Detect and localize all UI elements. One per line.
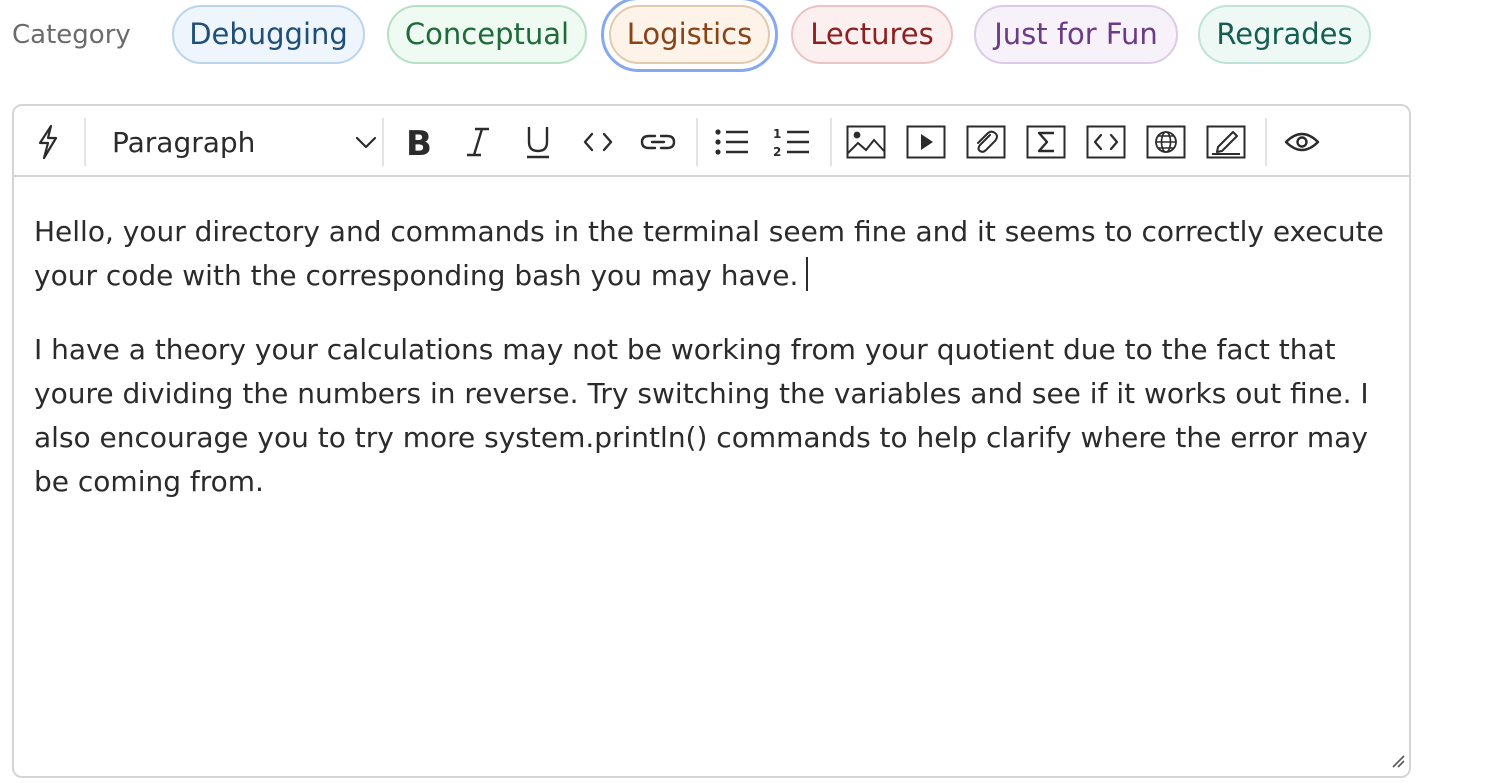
- drawing-icon[interactable]: [1206, 122, 1246, 162]
- category-row: Category Debugging Conceptual Logistics …: [0, 0, 1504, 72]
- editor-paragraph: Hello, your directory and commands in th…: [34, 210, 1384, 298]
- math-icon[interactable]: [1026, 122, 1066, 162]
- toolbar-divider: [1265, 118, 1267, 166]
- category-chip-lectures[interactable]: Lectures: [791, 5, 953, 64]
- text-cursor: [806, 257, 809, 291]
- video-icon[interactable]: [906, 122, 946, 162]
- toolbar-divider: [382, 118, 384, 166]
- preview-eye-icon[interactable]: [1282, 122, 1322, 162]
- inline-code-icon[interactable]: [578, 122, 618, 162]
- block-format-value: Paragraph: [112, 126, 256, 159]
- chevron-down-icon: [354, 130, 378, 158]
- editor-paragraph: I have a theory your calculations may no…: [34, 333, 1369, 498]
- link-icon[interactable]: [638, 122, 678, 162]
- italic-icon[interactable]: [458, 122, 498, 162]
- category-label: Category: [12, 20, 131, 50]
- category-chip-debugging[interactable]: Debugging: [172, 5, 365, 64]
- paragraph-text: Hello, your directory and commands in th…: [34, 215, 1384, 292]
- rich-text-editor: Paragraph B 12 Hello, your directory and…: [12, 104, 1411, 778]
- bold-icon[interactable]: B: [398, 122, 438, 162]
- category-chip-regrades[interactable]: Regrades: [1198, 5, 1371, 64]
- toolbar-divider: [84, 118, 86, 166]
- svg-text:2: 2: [773, 145, 781, 158]
- category-chip-just-for-fun[interactable]: Just for Fun: [974, 5, 1178, 64]
- category-chip-conceptual[interactable]: Conceptual: [387, 5, 587, 64]
- embed-globe-icon[interactable]: [1146, 122, 1186, 162]
- category-chip-logistics[interactable]: Logistics: [609, 5, 770, 64]
- code-block-icon[interactable]: [1086, 122, 1126, 162]
- editor-content[interactable]: Hello, your directory and commands in th…: [34, 210, 1384, 534]
- attachment-icon[interactable]: [966, 122, 1006, 162]
- numbered-list-icon[interactable]: 12: [772, 122, 812, 162]
- editor-toolbar: Paragraph B 12: [14, 106, 1409, 177]
- toolbar-divider: [830, 118, 832, 166]
- block-format-select[interactable]: Paragraph: [98, 116, 378, 168]
- image-icon[interactable]: [846, 122, 886, 162]
- lightning-icon[interactable]: [28, 122, 68, 162]
- svg-text:1: 1: [773, 127, 781, 141]
- underline-icon[interactable]: [518, 122, 558, 162]
- svg-text:B: B: [406, 125, 432, 159]
- resize-handle-icon[interactable]: [1391, 753, 1405, 772]
- toolbar-divider: [696, 118, 698, 166]
- bullet-list-icon[interactable]: [712, 122, 752, 162]
